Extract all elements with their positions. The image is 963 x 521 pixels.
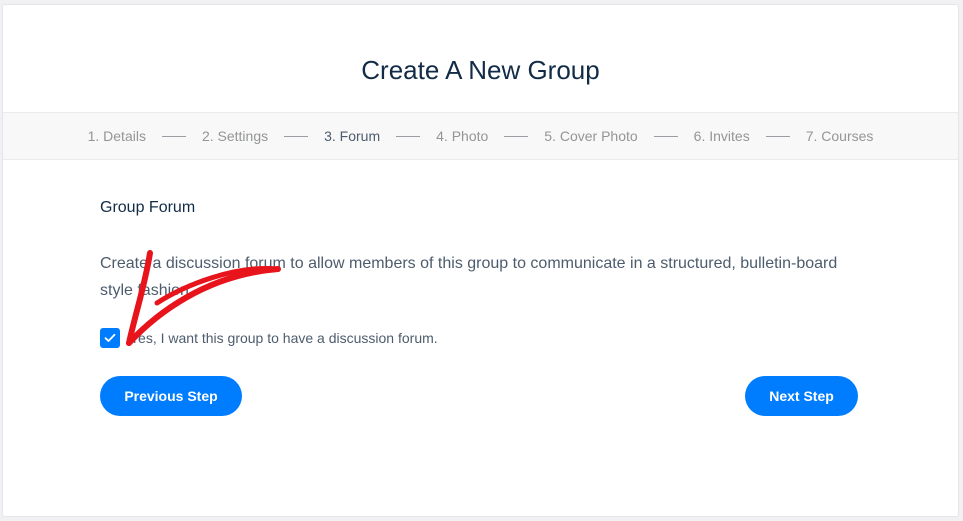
forum-checkbox-label[interactable]: Yes, I want this group to have a discuss… (130, 330, 438, 346)
step-invites[interactable]: 6. Invites (694, 128, 750, 144)
step-settings[interactable]: 2. Settings (202, 128, 268, 144)
step-details[interactable]: 1. Details (88, 128, 146, 144)
checkmark-icon (104, 333, 116, 342)
step-separator (765, 135, 790, 137)
forum-checkbox[interactable] (100, 328, 120, 348)
step-separator (653, 135, 678, 137)
step-separator (161, 135, 186, 137)
step-photo[interactable]: 4. Photo (436, 128, 488, 144)
step-navigation: 1. Details 2. Settings 3. Forum 4. Photo… (3, 112, 958, 160)
step-cover-photo[interactable]: 5. Cover Photo (544, 128, 637, 144)
step-separator (504, 135, 529, 137)
forum-description: Create a discussion forum to allow membe… (100, 255, 838, 299)
step-forum[interactable]: 3. Forum (324, 128, 380, 144)
step-courses[interactable]: 7. Courses (806, 128, 874, 144)
previous-step-button[interactable]: Previous Step (100, 376, 242, 416)
step-separator (284, 135, 309, 137)
next-step-button[interactable]: Next Step (745, 376, 858, 416)
step-separator (396, 135, 421, 137)
forum-option: Yes, I want this group to have a discuss… (100, 328, 438, 348)
section-title: Group Forum (100, 199, 196, 216)
page-title: Create A New Group (361, 55, 600, 85)
